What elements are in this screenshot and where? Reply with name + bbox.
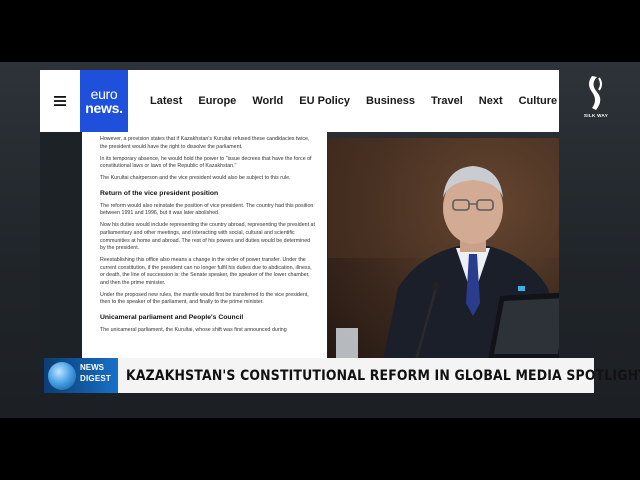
article-paragraph: The Kurultai chairperson and the vice pr… [100,175,291,182]
video-frame: euro news. Latest Europe World EU Policy… [0,0,640,480]
tag-line1: NEWS [80,363,104,372]
nav-item-travel[interactable]: Travel [431,95,463,107]
article-paragraph: The reform would also reinstate the posi… [100,202,314,217]
nav-items: Latest Europe World EU Policy Business T… [150,95,557,107]
article-paragraph: Now his duties would include representin… [100,222,315,252]
logo-text-top: euro [90,86,118,102]
article-paragraph: Under the proposed new rules, the mantle… [100,291,309,306]
nav-item-world[interactable]: World [252,95,283,107]
channel-logo-text: SILK WAY [583,113,609,118]
article-paragraph: However, a provision states that if Kaza… [100,136,310,150]
nav-item-eu-policy[interactable]: EU Policy [299,95,350,107]
article-body: However, a provision states that if Kaza… [82,132,327,360]
nav-item-business[interactable]: Business [366,95,415,107]
article-paragraph: In its temporary absence, he would hold … [100,155,312,170]
globe-icon [48,362,76,390]
nav-item-latest[interactable]: Latest [150,95,182,107]
silk-way-logo-icon [589,76,602,110]
nav-item-europe[interactable]: Europe [198,95,236,107]
lower-third: NEWS DIGEST KAZAKHSTAN'S CONSTITUTIONAL … [44,358,640,393]
article-paragraph: The unicameral parliament, the Kurultai,… [100,327,287,334]
headline-bar: KAZAKHSTAN'S CONSTITUTIONAL REFORM IN GL… [118,358,640,393]
article-paragraph: Reestablishing this office also means a … [100,257,312,286]
site-navbar: euro news. Latest Europe World EU Policy… [40,70,559,132]
menu-icon[interactable] [40,70,80,132]
news-digest-label: NEWS DIGEST [80,364,111,383]
website-capture: euro news. Latest Europe World EU Policy… [40,70,559,360]
article-photo [328,138,559,360]
page-margin [40,132,82,360]
headline-text: KAZAKHSTAN'S CONSTITUTIONAL REFORM IN GL… [126,367,640,384]
article-subheading: Return of the vice president position [100,189,219,197]
logo-text-bottom: news. [85,100,123,116]
article-subheading: Unicameral parliament and People's Counc… [100,314,244,322]
nav-item-next[interactable]: Next [479,95,503,107]
nav-item-culture[interactable]: Culture [519,95,558,107]
news-digest-tag: NEWS DIGEST [44,358,118,393]
channel-logo: SILK WAY [580,74,612,122]
euronews-logo[interactable]: euro news. [80,70,128,132]
tag-line2: DIGEST [80,374,111,383]
president-photo-illustration [328,138,559,360]
